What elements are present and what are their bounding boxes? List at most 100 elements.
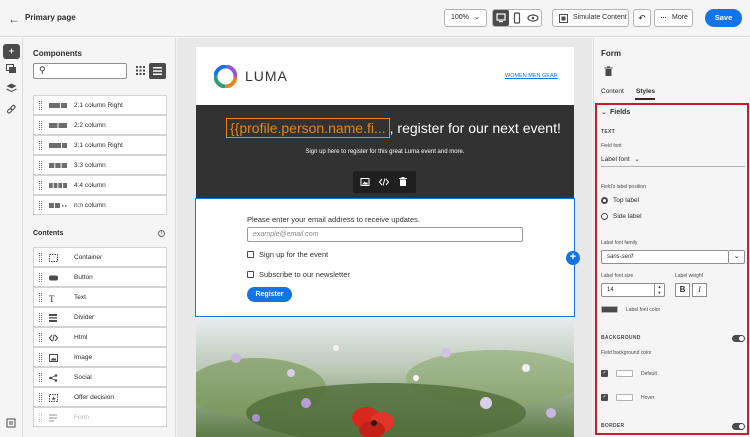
structure-item[interactable]: 2:1 column Right <box>33 95 167 115</box>
tab-content[interactable]: Content <box>601 88 624 95</box>
validation-icon <box>6 418 16 428</box>
list-view-button[interactable] <box>149 63 166 79</box>
content-label: Html <box>74 334 88 341</box>
email-nav: WOMEN MEN GEAR <box>505 73 558 79</box>
nav-link-women[interactable]: WOMEN <box>505 73 527 79</box>
content-item-social[interactable]: Social <box>33 367 167 387</box>
content-item-html[interactable]: Html <box>33 327 167 347</box>
default-bg-swatch[interactable] <box>616 370 633 377</box>
more-label: More <box>672 14 688 21</box>
structure-label: n:n column <box>74 202 106 209</box>
personalization-token[interactable]: {{profile.person.name.fi... <box>226 118 390 138</box>
preview-button[interactable] <box>525 10 541 26</box>
image-tool-button[interactable] <box>358 175 372 189</box>
content-item-divider[interactable]: Divider <box>33 307 167 327</box>
background-toggle[interactable] <box>732 335 745 342</box>
register-button[interactable]: Register <box>247 287 292 302</box>
mobile-view-button[interactable] <box>509 10 525 26</box>
links-button[interactable] <box>3 104 20 119</box>
drag-handle-icon <box>39 293 42 302</box>
code-tool-button[interactable] <box>377 175 391 189</box>
svg-text:★: ★ <box>51 396 56 403</box>
content-label: Container <box>74 254 103 261</box>
code-icon <box>49 334 59 342</box>
newsletter-checkbox-label: Subscribe to our newsletter <box>259 270 350 279</box>
structure-label: 3:1 column Right <box>74 142 123 149</box>
drag-handle-icon <box>39 353 42 362</box>
info-icon[interactable]: i <box>158 230 165 237</box>
drag-handle-icon <box>39 141 42 150</box>
font-family-dropdown-button[interactable]: ⌄ <box>729 250 745 264</box>
font-size-input[interactable]: 14 <box>601 283 655 297</box>
hover-bg-checkbox[interactable]: ✓ <box>601 394 608 401</box>
back-arrow-icon[interactable]: ← <box>8 12 20 26</box>
tab-styles[interactable]: Styles <box>636 88 655 95</box>
grid-view-icon[interactable] <box>136 66 145 75</box>
add-components-button[interactable]: + <box>3 44 20 59</box>
drag-handle-icon <box>39 201 42 210</box>
structure-label: 2:1 column Right <box>74 102 123 109</box>
column-layout-icon <box>49 143 67 148</box>
content-label: Offer decision <box>74 394 114 401</box>
border-toggle[interactable] <box>732 423 745 430</box>
signup-checkbox[interactable] <box>247 251 254 258</box>
logo-text: LUMA <box>245 68 288 84</box>
email-field[interactable]: example@email.com <box>247 227 523 242</box>
undo-button[interactable]: ↶ <box>633 9 651 27</box>
content-item-container[interactable]: Container <box>33 247 167 267</box>
font-size-label: Label font size <box>601 273 634 279</box>
field-font-picker[interactable]: Label font ⌄ <box>601 152 745 167</box>
fields-section-header[interactable]: Fields <box>610 109 630 116</box>
assets-button[interactable] <box>3 64 20 79</box>
simulate-content-button[interactable]: Simulate Content <box>552 9 629 27</box>
nav-link-gear[interactable]: GEAR <box>542 73 558 79</box>
structure-item[interactable]: 3:3 column <box>33 155 167 175</box>
signup-checkbox-label: Sign up for the event <box>259 250 329 259</box>
layers-button[interactable] <box>3 83 20 98</box>
italic-toggle[interactable]: I <box>692 283 707 297</box>
chevron-down-icon[interactable]: ⌄ <box>601 108 607 116</box>
zoom-select[interactable]: 100% ⌄ <box>444 9 487 27</box>
drag-handle-icon <box>39 121 42 130</box>
container-icon <box>49 254 58 262</box>
settings-button[interactable] <box>3 418 20 433</box>
side-label-radio[interactable] <box>601 213 608 220</box>
column-layout-icon <box>49 203 67 208</box>
structure-item[interactable]: 3:1 column Right <box>33 135 167 155</box>
more-button[interactable]: ··· More <box>654 9 693 27</box>
delete-tool-button[interactable] <box>396 175 410 189</box>
content-item-text[interactable]: T Text <box>33 287 167 307</box>
hover-bg-swatch[interactable] <box>616 394 633 401</box>
add-block-button[interactable]: + <box>566 251 580 265</box>
undo-icon: ↶ <box>638 13 646 23</box>
font-family-input[interactable]: sans-serif <box>601 250 729 264</box>
trash-icon[interactable] <box>604 66 613 76</box>
image-icon <box>49 354 58 362</box>
newsletter-checkbox[interactable] <box>247 271 254 278</box>
nav-link-men[interactable]: MEN <box>528 73 540 79</box>
desktop-view-button[interactable] <box>493 10 509 26</box>
structure-item[interactable]: 4:4 column <box>33 175 167 195</box>
chevron-down-icon: ⌄ <box>474 14 480 21</box>
structure-item[interactable]: n:n column <box>33 195 167 215</box>
content-item-offer-decision[interactable]: ★ Offer decision <box>33 387 167 407</box>
flower-photo[interactable] <box>196 318 574 437</box>
structure-item[interactable]: 2:2 column <box>33 115 167 135</box>
default-bg-label: Default <box>641 371 657 377</box>
chevron-down-icon: ▼ <box>657 290 662 295</box>
hero-headline[interactable]: {{profile.person.name.fi..., register fo… <box>226 118 561 138</box>
components-search-input[interactable]: ⚲ <box>33 63 127 79</box>
drag-handle-icon <box>39 393 42 402</box>
content-item-image[interactable]: Image <box>33 347 167 367</box>
content-item-button[interactable]: Button <box>33 267 167 287</box>
font-size-stepper[interactable]: ▲ ▼ <box>654 283 665 297</box>
eye-icon <box>527 14 539 22</box>
label-color-swatch[interactable] <box>601 306 618 313</box>
default-bg-checkbox[interactable]: ✓ <box>601 370 608 377</box>
plus-icon: + <box>8 46 15 56</box>
bold-toggle[interactable]: B <box>675 283 690 297</box>
zoom-value: 100% <box>451 14 469 21</box>
top-label-radio[interactable] <box>601 197 608 204</box>
save-button[interactable]: Save <box>705 9 742 27</box>
list-view-icon <box>153 67 162 75</box>
